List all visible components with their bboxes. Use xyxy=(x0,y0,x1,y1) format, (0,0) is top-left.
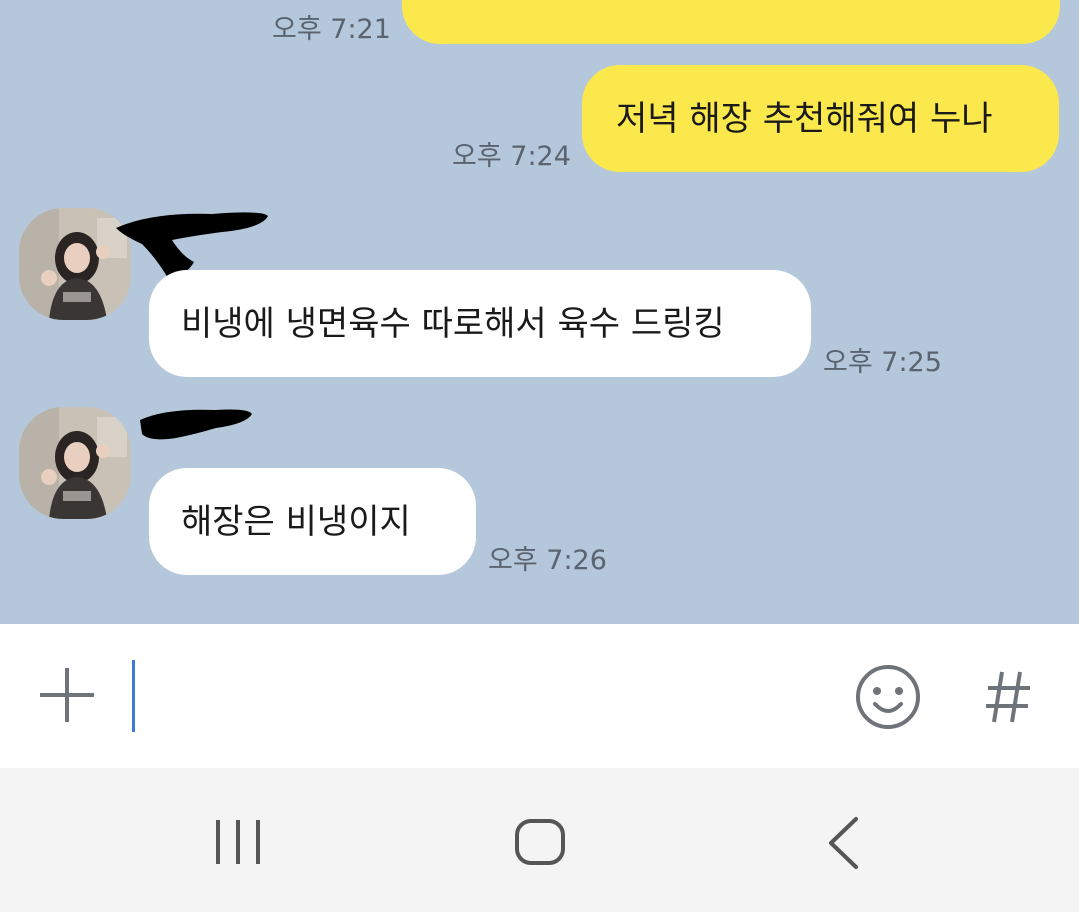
profile-photo xyxy=(19,407,131,519)
avatar[interactable] xyxy=(19,407,131,519)
message-text: 저녁 해장 추천해줘여 누나 xyxy=(616,98,993,139)
message-bubble-incoming[interactable]: 비냉에 냉면육수 따로해서 육수 드링킹 xyxy=(149,270,811,377)
message-text: 해장은 비냉이지 xyxy=(181,501,411,542)
message-time: 오후 7:26 xyxy=(488,545,607,576)
message-input[interactable] xyxy=(124,654,824,738)
plus-icon[interactable] xyxy=(38,666,96,724)
message-bubble-outgoing[interactable]: 저녁 해장 추천해줘여 누나 xyxy=(582,65,1059,172)
message-input-bar xyxy=(0,624,1079,768)
hashtag-icon[interactable] xyxy=(984,670,1032,724)
message-bubble-outgoing[interactable] xyxy=(402,0,1060,44)
redaction-mark xyxy=(140,409,252,440)
message-bubble-incoming[interactable]: 해장은 비냉이지 xyxy=(149,468,476,575)
chat-screen: 오후 7:21 저녁 해장 추천해줘여 누나 오후 7:24 비냉에 냉면육수 … xyxy=(0,0,1079,912)
home-icon[interactable] xyxy=(514,818,566,866)
recent-apps-icon[interactable] xyxy=(214,818,262,866)
emoticon-icon[interactable] xyxy=(855,664,921,730)
text-cursor xyxy=(132,660,135,732)
message-time: 오후 7:24 xyxy=(452,141,571,172)
message-list[interactable]: 오후 7:21 저녁 해장 추천해줘여 누나 오후 7:24 비냉에 냉면육수 … xyxy=(0,0,1079,624)
message-time: 오후 7:25 xyxy=(823,347,942,378)
message-text: 비냉에 냉면육수 따로해서 육수 드링킹 xyxy=(181,303,725,344)
back-icon[interactable] xyxy=(826,816,860,870)
system-navigation-bar xyxy=(0,768,1079,912)
message-time: 오후 7:21 xyxy=(272,14,391,45)
